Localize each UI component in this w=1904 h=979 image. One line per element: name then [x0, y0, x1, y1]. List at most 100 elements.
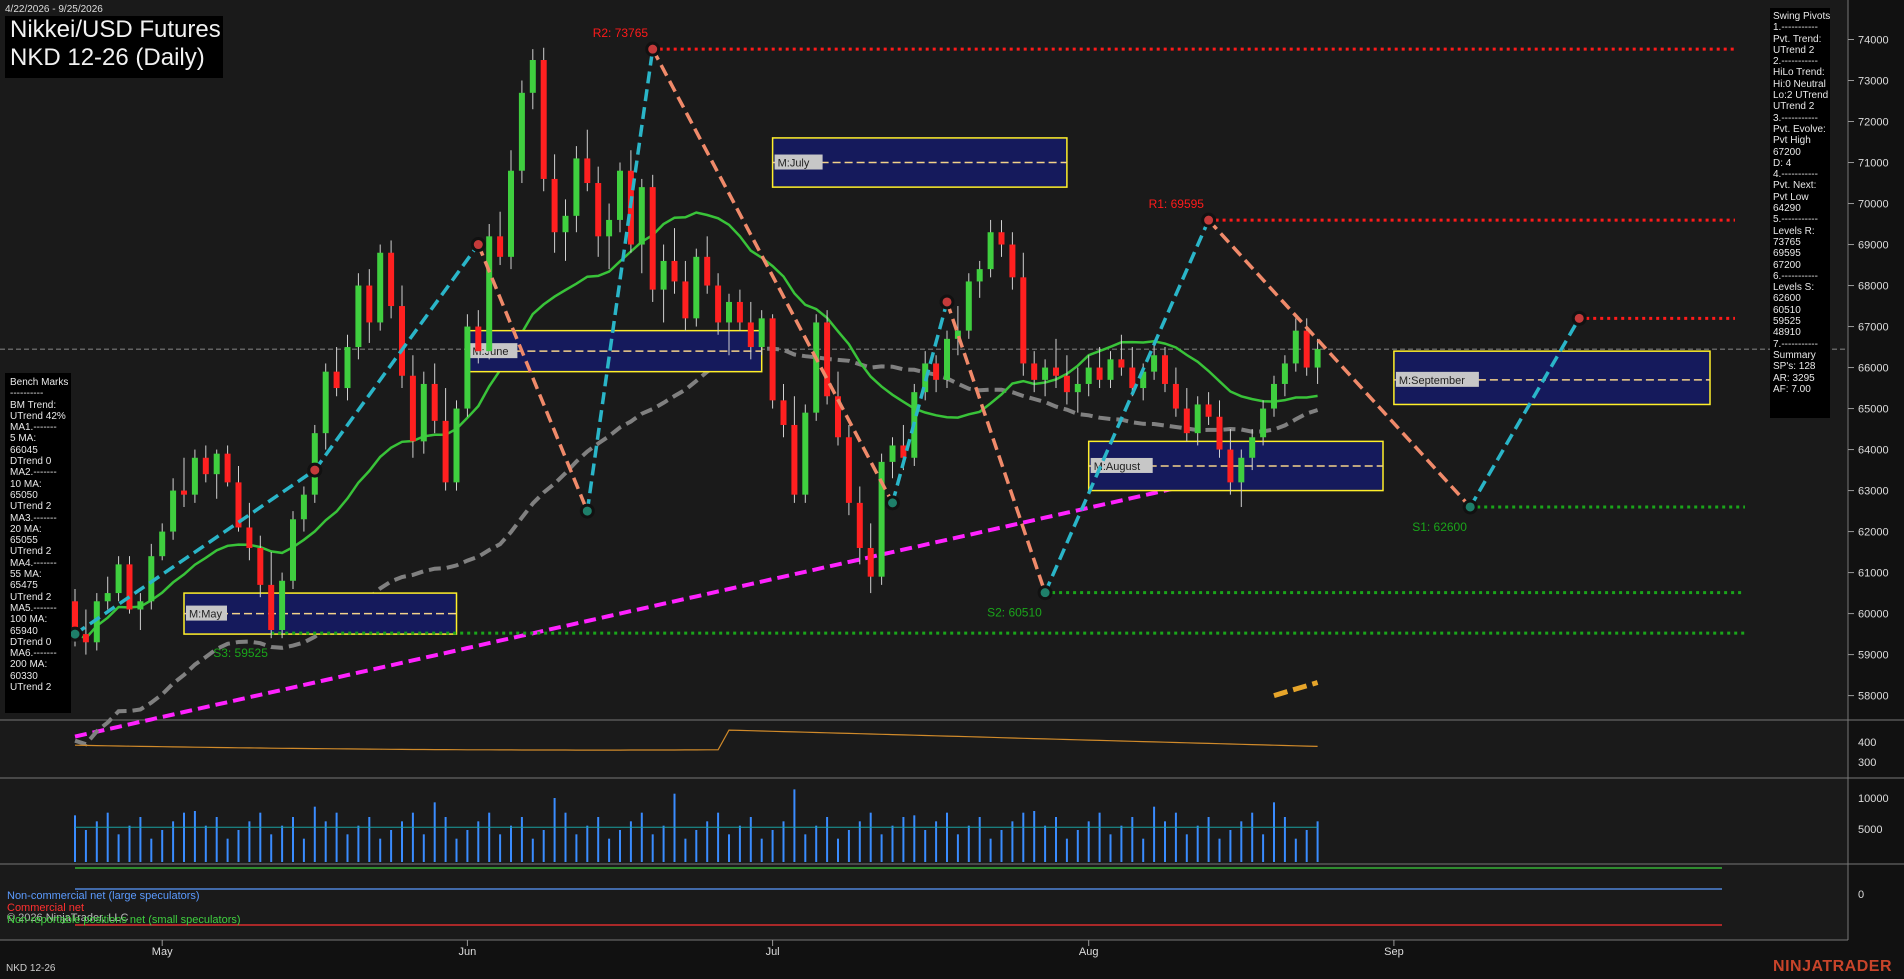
candle-body [889, 445, 896, 462]
swing-pivot-line: AR: 3295 [1773, 372, 1815, 384]
swing-pivot-line: 67200 [1773, 146, 1801, 158]
candle-body [1151, 355, 1158, 372]
candle-body [409, 375, 416, 442]
y-tick-label: 74000 [1858, 35, 1889, 47]
candle-body [551, 178, 558, 233]
resistance-label: R1: 69595 [1149, 197, 1205, 211]
candle-body [791, 424, 798, 495]
candle-body [431, 383, 438, 421]
candle-body [322, 371, 329, 434]
candle-body [1085, 367, 1092, 384]
ninjatrader-logo: NINJATRADER [1773, 958, 1892, 975]
bench-mark-line: 200 MA: [10, 659, 48, 671]
candle-body [1063, 375, 1070, 393]
y-tick-label: 72000 [1858, 117, 1889, 129]
y-tick-label: 66000 [1858, 363, 1889, 375]
month-label: Sep [1384, 946, 1404, 958]
candle-body [671, 260, 678, 282]
swing-pivot-line: 62600 [1773, 293, 1801, 305]
bench-mark-line: 100 MA: [10, 614, 48, 626]
candle-body [1194, 404, 1201, 434]
bench-mark-line: ---------- [10, 388, 44, 400]
candle-body [617, 170, 623, 220]
candle-body [758, 318, 765, 348]
bench-mark-line: UTrend 2 [10, 682, 52, 694]
candle-body [660, 260, 667, 290]
candle-body [595, 183, 602, 237]
candle-body [1271, 383, 1277, 409]
bench-mark-line: 60330 [10, 670, 38, 682]
candle-body [965, 281, 972, 331]
candle-body [464, 326, 471, 409]
candle-body [1227, 449, 1234, 483]
candle-body [649, 187, 656, 290]
candle-body [529, 60, 536, 93]
candle-body [1118, 359, 1125, 368]
bench-mark-line: Bench Marks [10, 377, 69, 388]
candle-body [1216, 416, 1223, 450]
candle-body [780, 400, 787, 425]
candle-body [1303, 330, 1310, 368]
candle-body [366, 285, 373, 323]
candle-body [104, 593, 111, 602]
candle-body [486, 236, 493, 352]
bench-mark-line: MA3.------- [10, 512, 57, 524]
swing-pivot-line: 64290 [1773, 203, 1801, 215]
candle-body [115, 564, 122, 594]
atr-tick-label: 400 [1858, 737, 1876, 749]
candle-body [867, 547, 874, 577]
candle-body [1042, 367, 1049, 380]
y-tick-label: 59000 [1858, 650, 1889, 662]
price-chart[interactable]: 58000 59000 60000 61000 62000 63000 64000 65000… [0, 0, 1904, 979]
candle-body [1020, 277, 1027, 364]
candle-body [1031, 363, 1038, 380]
candle-body [1292, 330, 1299, 364]
candle-body [191, 457, 198, 495]
y-tick-label: 61000 [1858, 568, 1889, 580]
date-range: 4/22/2026 - 9/25/2026 [5, 4, 103, 15]
candle-body [1205, 404, 1212, 417]
candle-body [497, 236, 504, 257]
bench-mark-line: BM Trend: [10, 399, 57, 411]
footer-symbol: NKD 12-26 [6, 963, 56, 974]
swing-pivot-line: Pvt High [1773, 135, 1811, 147]
swing-pivot-line: 2.----------- [1773, 56, 1818, 68]
swing-pivot-line: Pvt. Trend: [1773, 33, 1822, 45]
candle-body [82, 634, 89, 643]
candle-body [704, 256, 711, 286]
candle-body [715, 285, 722, 323]
bench-mark-line: UTrend 42% [10, 410, 66, 422]
candle-body [202, 457, 209, 475]
candle-body [1260, 408, 1267, 438]
candle-body [279, 580, 286, 630]
bench-mark-line: MA5.------- [10, 602, 57, 614]
resistance-label: R2: 73765 [593, 26, 649, 40]
swing-pivot-line: Levels R: [1773, 225, 1815, 237]
swing-pivot-line: 1.----------- [1773, 22, 1818, 34]
candle-body [584, 158, 591, 184]
candle-body [1183, 408, 1190, 434]
swing-high-marker [1201, 212, 1217, 228]
bench-mark-line: 55 MA: [10, 569, 42, 581]
swing-pivot-line: 73765 [1773, 236, 1801, 248]
candle-body [355, 285, 362, 348]
candle-body [1281, 363, 1288, 384]
candle-body [802, 412, 809, 495]
candle-body [736, 301, 743, 323]
swing-pivot-line: AF: 7.00 [1773, 383, 1811, 395]
bench-mark-line: 10 MA: [10, 478, 42, 490]
support-label: S3: 59525 [213, 646, 268, 660]
candle-body [813, 322, 820, 413]
bench-mark-line: 65940 [10, 625, 38, 637]
candle-body [1172, 383, 1179, 409]
swing-pivot-line: Hi:0 Neutral [1773, 78, 1826, 90]
swing-low-marker [885, 495, 900, 511]
bench-mark-line: DTrend 0 [10, 456, 52, 468]
candle-body [933, 363, 940, 380]
candle-body [1096, 367, 1103, 380]
y-tick-label: 69000 [1858, 240, 1889, 252]
candle-body [562, 215, 569, 233]
bench-mark-line: MA1.------- [10, 422, 57, 434]
bench-mark-line: 5 MA: [10, 433, 37, 445]
y-tick-label: 70000 [1858, 199, 1889, 211]
